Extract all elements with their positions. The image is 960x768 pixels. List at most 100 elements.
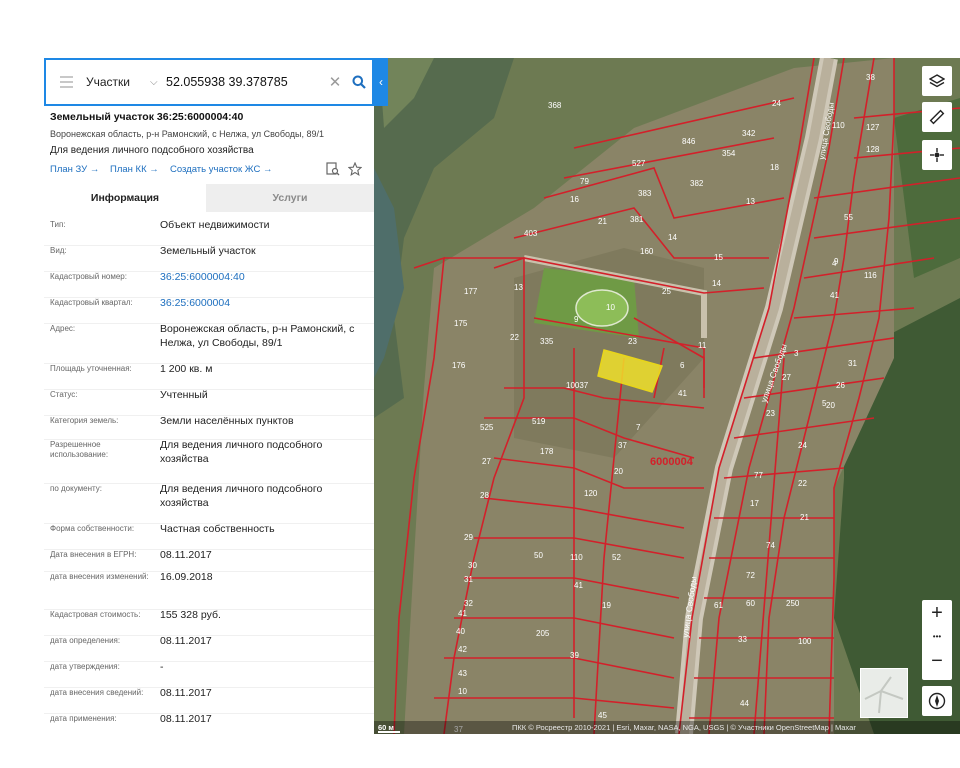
star-icon[interactable]: [348, 162, 362, 176]
parcel-number-label[interactable]: 120: [584, 489, 598, 498]
locate-button[interactable]: [922, 140, 952, 170]
parcel-number-label[interactable]: 41: [574, 581, 583, 590]
parcel-number-label[interactable]: 178: [540, 447, 554, 456]
parcel-number-label[interactable]: 13: [746, 197, 755, 206]
parcel-number-label[interactable]: 60: [746, 599, 755, 608]
parcel-number-label[interactable]: 116: [864, 271, 877, 280]
parcel-number-label[interactable]: 61: [714, 601, 723, 610]
parcel-number-label[interactable]: 22: [510, 333, 519, 342]
zoom-in-button[interactable]: +: [922, 602, 952, 625]
parcel-number-label[interactable]: 403: [524, 229, 538, 238]
parcel-number-label[interactable]: 44: [740, 699, 749, 708]
parcel-number-label[interactable]: 127: [866, 123, 880, 132]
parcel-number-label[interactable]: 175: [454, 319, 468, 328]
parcel-number-label[interactable]: 25: [662, 287, 671, 296]
compass-button[interactable]: [922, 686, 952, 716]
parcel-number-label[interactable]: 31: [464, 575, 473, 584]
parcel-number-label[interactable]: 368: [548, 101, 562, 110]
parcel-number-label[interactable]: 28: [480, 491, 489, 500]
parcel-number-label[interactable]: 23: [628, 337, 637, 346]
parcel-number-label[interactable]: 383: [638, 189, 652, 198]
parcel-number-label[interactable]: 24: [772, 99, 781, 108]
layers-button[interactable]: [922, 66, 952, 96]
parcel-number-label[interactable]: 14: [668, 233, 677, 242]
plan-kk-link[interactable]: План КК →: [110, 164, 159, 175]
parcel-number-label[interactable]: 10: [458, 687, 467, 696]
parcel-number-label[interactable]: 33: [738, 635, 747, 644]
parcel-number-label[interactable]: 50: [534, 551, 543, 560]
parcel-number-label[interactable]: 37: [618, 441, 627, 450]
parcel-number-label[interactable]: 177: [464, 287, 478, 296]
parcel-number-label[interactable]: 381: [630, 215, 644, 224]
parcel-number-label[interactable]: 128: [866, 145, 880, 154]
parcel-number-label[interactable]: 29: [464, 533, 473, 542]
field-value[interactable]: 36:25:6000004: [160, 296, 370, 310]
minimap[interactable]: [860, 668, 908, 718]
parcel-number-label[interactable]: 6: [680, 361, 685, 370]
parcel-number-label[interactable]: 41: [458, 609, 467, 618]
parcel-number-label[interactable]: 176: [452, 361, 466, 370]
parcel-number-label[interactable]: 335: [540, 337, 554, 346]
field-value[interactable]: 36:25:6000004:40: [160, 270, 370, 284]
parcel-number-label[interactable]: 42: [458, 645, 467, 654]
layer-select[interactable]: Участки: [86, 75, 150, 89]
parcel-number-label[interactable]: 38: [866, 73, 875, 82]
close-icon[interactable]: ✕: [324, 73, 346, 91]
map-view[interactable]: 38 24 127 342 110 128 368 846 354 18 527 79 383 382 13…: [374, 58, 960, 734]
collapse-panel-button[interactable]: ‹: [374, 58, 388, 106]
parcel-number-label[interactable]: 17: [750, 499, 759, 508]
parcel-number-label[interactable]: 10: [606, 303, 615, 312]
parcel-number-label[interactable]: 21: [598, 217, 607, 226]
parcel-number-label[interactable]: 382: [690, 179, 704, 188]
parcel-number-label[interactable]: 525: [480, 423, 494, 432]
document-search-icon[interactable]: [326, 162, 340, 176]
zoom-out-button[interactable]: −: [922, 650, 952, 673]
chevron-down-icon[interactable]: ⌵: [150, 77, 166, 88]
parcel-number-label[interactable]: 27: [782, 373, 791, 382]
parcel-number-label[interactable]: 55: [844, 213, 853, 222]
parcel-number-label[interactable]: 205: [536, 629, 550, 638]
search-input[interactable]: 52.055938 39.378785: [166, 75, 324, 89]
parcel-number-label[interactable]: 20: [614, 467, 623, 476]
tab-info[interactable]: Информация: [44, 184, 206, 212]
parcel-number-label[interactable]: 21: [800, 513, 809, 522]
parcel-number-label[interactable]: 24: [798, 441, 807, 450]
parcel-number-label[interactable]: 43: [458, 669, 467, 678]
parcel-number-label[interactable]: 250: [786, 599, 800, 608]
parcel-number-label[interactable]: 11: [698, 341, 707, 350]
parcel-number-label[interactable]: 27: [482, 457, 491, 466]
parcel-number-label[interactable]: 110: [832, 121, 845, 130]
parcel-number-label[interactable]: 342: [742, 129, 756, 138]
parcel-number-label[interactable]: 846: [682, 137, 696, 146]
map-canvas[interactable]: 3824127342110128368846354185277938338213…: [374, 58, 960, 734]
parcel-number-label[interactable]: 10037: [566, 381, 589, 390]
parcel-number-label[interactable]: 7: [636, 423, 641, 432]
parcel-number-label[interactable]: 31: [848, 359, 857, 368]
parcel-number-label[interactable]: 32: [464, 599, 473, 608]
parcel-number-label[interactable]: 30: [468, 561, 477, 570]
search-icon[interactable]: [346, 69, 372, 95]
tab-services[interactable]: Услуги: [206, 184, 374, 212]
parcel-number-label[interactable]: 72: [746, 571, 755, 580]
parcel-number-label[interactable]: 9: [574, 315, 579, 324]
parcel-number-label[interactable]: 100: [798, 637, 812, 646]
parcel-number-label[interactable]: 13: [514, 283, 523, 292]
parcel-number-label[interactable]: 110: [570, 553, 583, 562]
parcel-number-label[interactable]: 74: [766, 541, 775, 550]
parcel-number-label[interactable]: 18: [770, 163, 779, 172]
menu-icon[interactable]: [46, 60, 86, 104]
parcel-number-label[interactable]: 40: [456, 627, 465, 636]
plan-zu-link[interactable]: План ЗУ →: [50, 164, 99, 175]
parcel-number-label[interactable]: 527: [632, 159, 646, 168]
parcel-number-label[interactable]: 23: [766, 409, 775, 418]
create-parcel-link[interactable]: Создать участок ЖС →: [170, 164, 272, 175]
parcel-number-label[interactable]: 41: [830, 291, 839, 300]
parcel-number-label[interactable]: 79: [580, 177, 589, 186]
parcel-number-label[interactable]: 16: [570, 195, 579, 204]
parcel-number-label[interactable]: 39: [570, 651, 579, 660]
parcel-number-label[interactable]: 77: [754, 471, 763, 480]
parcel-number-label[interactable]: 160: [640, 247, 654, 256]
parcel-number-label[interactable]: 15: [714, 253, 723, 262]
parcel-number-label[interactable]: 52: [612, 553, 621, 562]
measure-button[interactable]: [922, 102, 952, 132]
